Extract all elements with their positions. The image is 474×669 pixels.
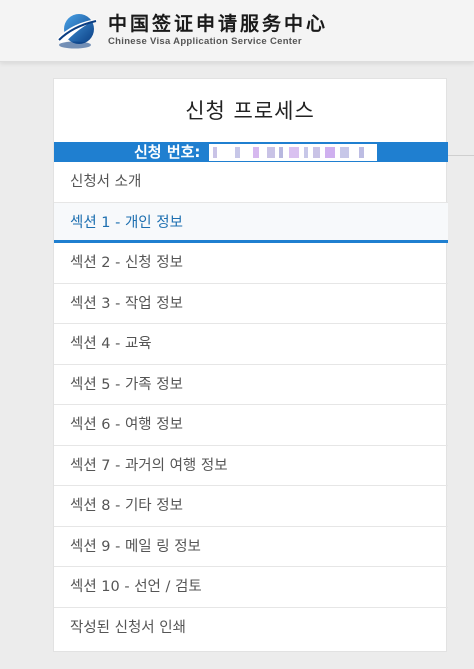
nav-item-print[interactable]: 작성된 신청서 인쇄 bbox=[54, 608, 448, 649]
brand-name-en: Chinese Visa Application Service Center bbox=[108, 36, 302, 47]
background-divider bbox=[447, 155, 474, 156]
application-process-panel: 신청 프로세스 신청 번호: 신청서 소개 섹션 1 - 개인 정보 섹션 2 … bbox=[53, 78, 448, 652]
nav-item-section-4[interactable]: 섹션 4 - 교육 bbox=[54, 324, 448, 365]
nav-item-section-10[interactable]: 섹션 10 - 선언 / 검토 bbox=[54, 567, 448, 608]
brand-name-cn: 中国签证申请服务中心 bbox=[108, 13, 329, 35]
nav-item-section-3[interactable]: 섹션 3 - 작업 정보 bbox=[54, 284, 448, 324]
nav-item-section-8[interactable]: 섹션 8 - 기타 정보 bbox=[54, 486, 448, 527]
nav-item-section-6[interactable]: 섹션 6 - 여행 정보 bbox=[54, 405, 448, 446]
globe-logo-icon bbox=[57, 14, 97, 49]
application-number-label: 신청 번호: bbox=[134, 143, 201, 161]
section-nav: 신청서 소개 섹션 1 - 개인 정보 섹션 2 - 신청 정보 섹션 3 - … bbox=[54, 162, 448, 648]
panel-title: 신청 프로세스 bbox=[185, 99, 315, 123]
nav-item-section-9[interactable]: 섹션 9 - 메일 링 정보 bbox=[54, 527, 448, 567]
redacted-application-number bbox=[209, 144, 377, 161]
nav-item-section-7[interactable]: 섹션 7 - 과거의 여행 정보 bbox=[54, 446, 448, 486]
nav-item-section-1[interactable]: 섹션 1 - 개인 정보 bbox=[54, 202, 448, 243]
application-number-bar: 신청 번호: bbox=[54, 142, 448, 162]
nav-item-intro[interactable]: 신청서 소개 bbox=[54, 162, 448, 203]
nav-item-section-2[interactable]: 섹션 2 - 신청 정보 bbox=[54, 243, 448, 284]
nav-item-section-5[interactable]: 섹션 5 - 가족 정보 bbox=[54, 365, 448, 405]
site-header: 中国签证申请服务中心 Chinese Visa Application Serv… bbox=[0, 0, 474, 62]
